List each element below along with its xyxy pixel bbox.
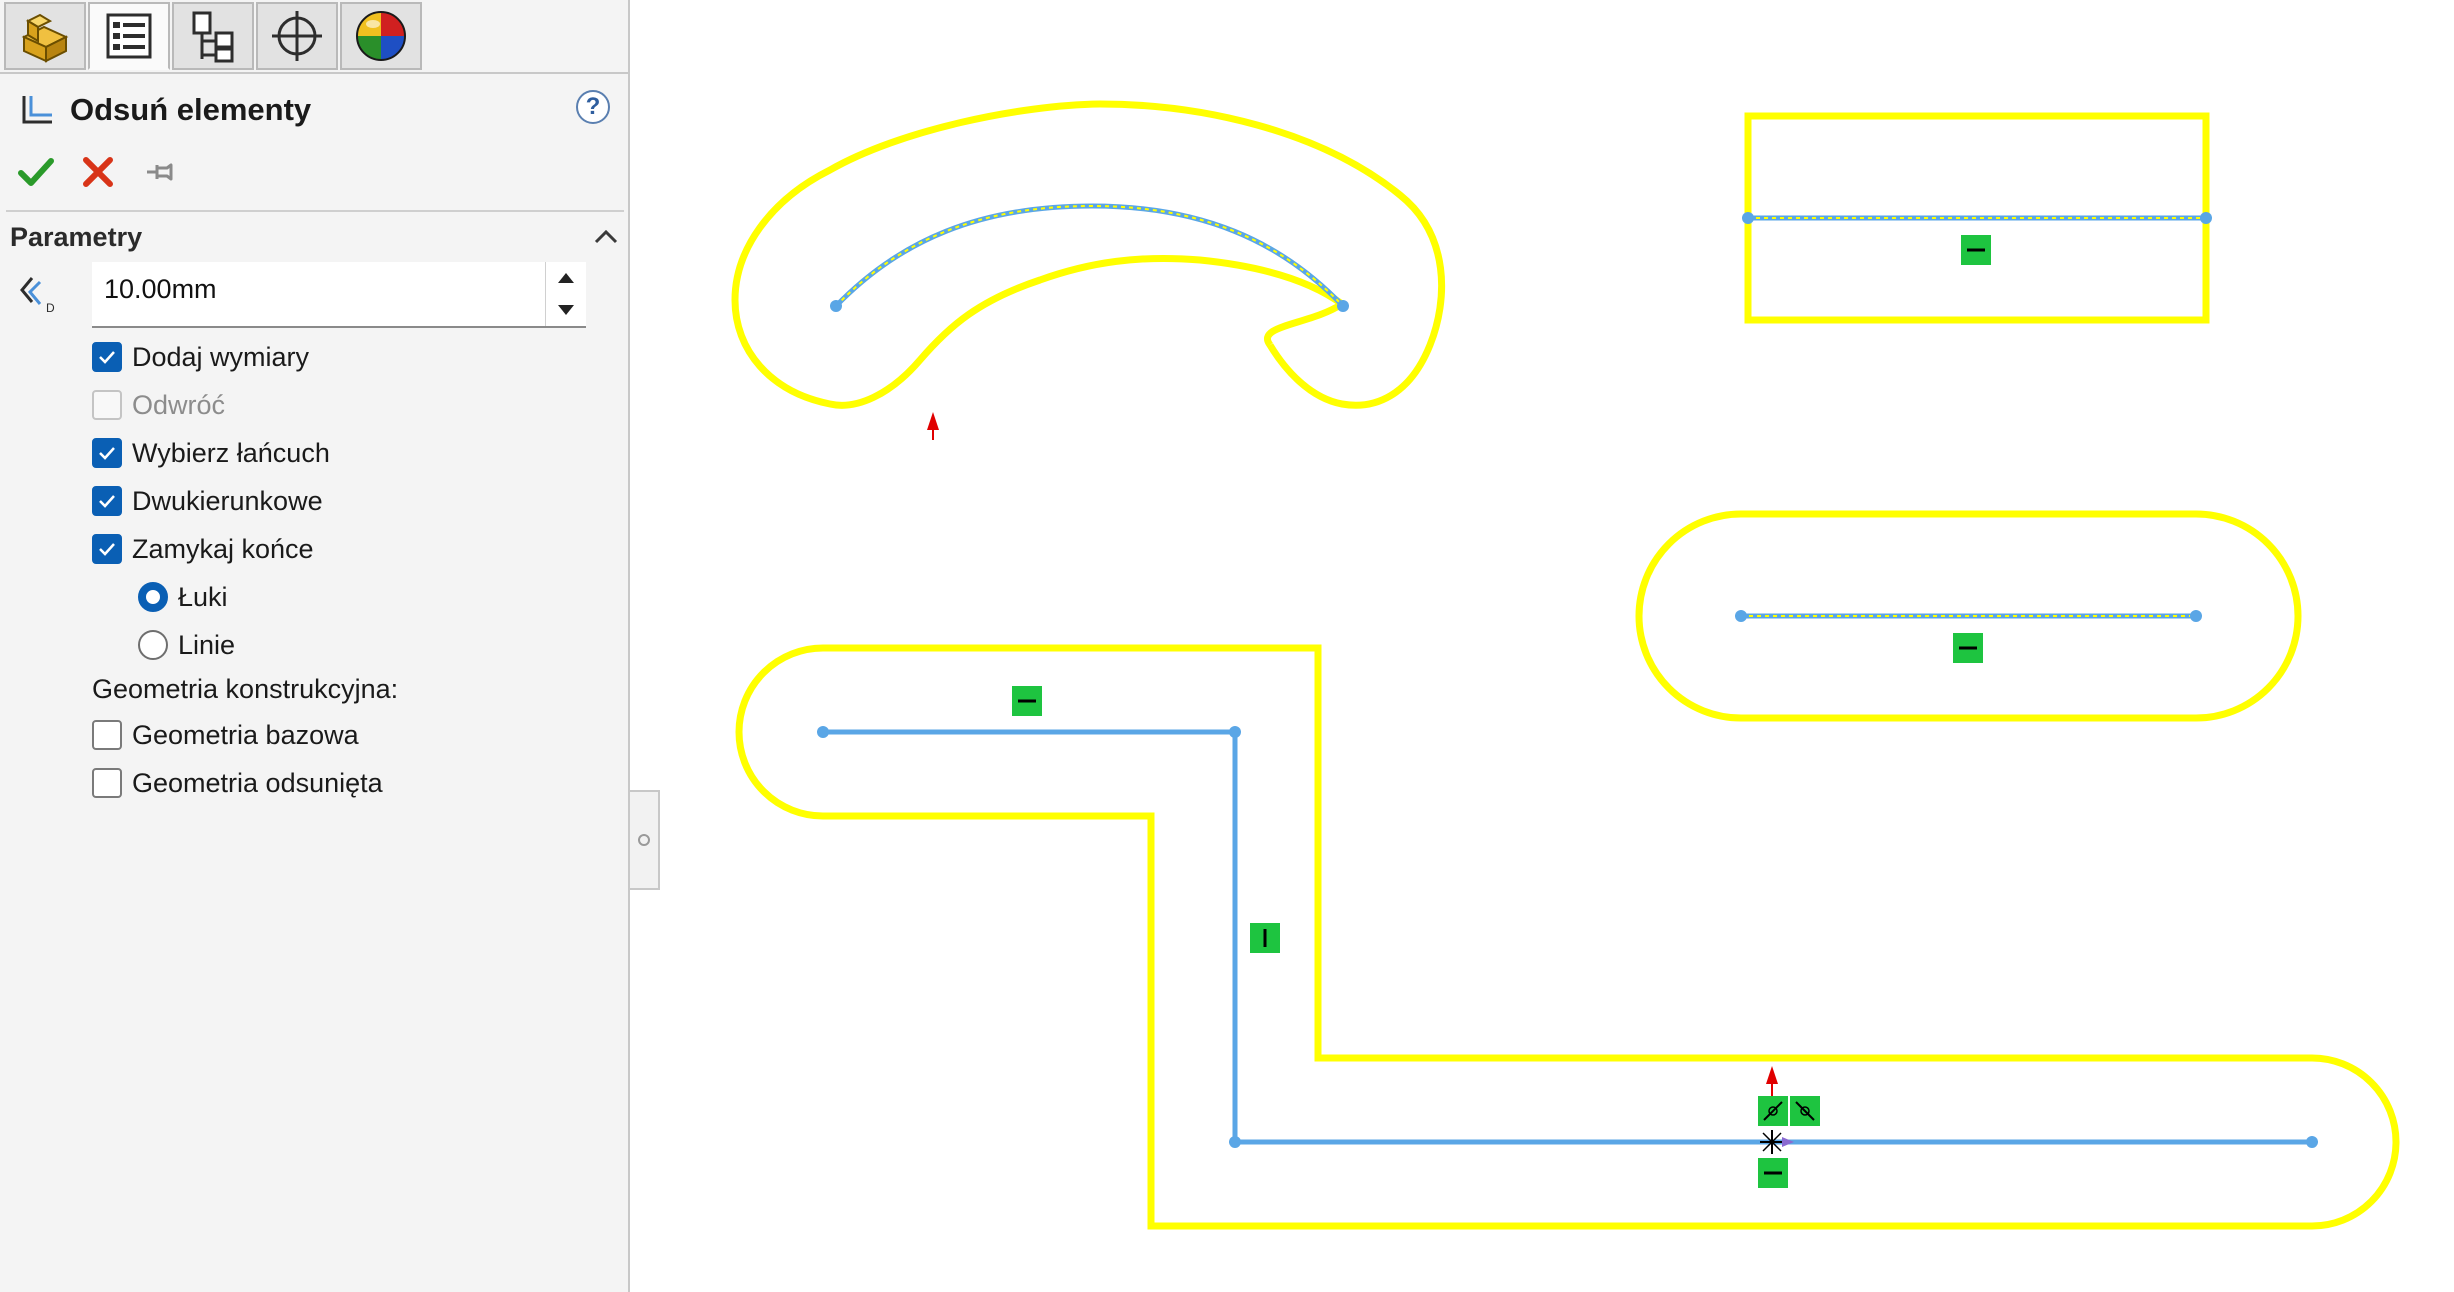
- arc-endpoint-left[interactable]: [830, 300, 842, 312]
- line-endpoint[interactable]: [1742, 212, 1754, 224]
- reverse-label: Odwróć: [132, 389, 226, 420]
- arcs-label: Łuki: [178, 581, 228, 612]
- offset-contour-chain[interactable]: [735, 644, 2400, 1230]
- arcs-radio[interactable]: [138, 582, 168, 612]
- svg-text:D: D: [46, 301, 55, 315]
- arcs-option[interactable]: Łuki: [138, 578, 228, 616]
- horizontal-relation-icon[interactable]: [1953, 633, 1983, 663]
- cancel-button[interactable]: [76, 150, 120, 194]
- horizontal-relation-icon[interactable]: [1758, 1158, 1788, 1188]
- select-chain-option[interactable]: Wybierz łańcuch: [92, 434, 330, 472]
- cap-ends-option[interactable]: Zamykaj końce: [92, 530, 314, 568]
- page-title: Odsuń elementy: [70, 92, 312, 127]
- vertical-relation-icon[interactable]: [1250, 923, 1280, 953]
- chain-endpoint[interactable]: [817, 726, 829, 738]
- selected-chain[interactable]: [823, 729, 2312, 1145]
- lines-label: Linie: [178, 629, 236, 660]
- chevron-up-icon[interactable]: [590, 220, 622, 252]
- property-manager-header: Odsuń elementy ?: [16, 88, 616, 132]
- offset-distance-input[interactable]: 10.00mm: [92, 262, 586, 328]
- line-endpoint[interactable]: [1735, 610, 1747, 622]
- add-dimensions-option[interactable]: Dodaj wymiary: [92, 338, 309, 376]
- construction-geometry-label: Geometria konstrukcyjna:: [92, 674, 399, 704]
- appearance-tab[interactable]: [340, 2, 422, 70]
- lines-radio[interactable]: [138, 630, 168, 660]
- add-dimensions-checkbox[interactable]: [92, 342, 122, 372]
- tab-strip-divider: [0, 72, 628, 74]
- line-rect-offset-group: [1742, 112, 2212, 324]
- coincident-relation-icon[interactable]: [1790, 1096, 1820, 1126]
- add-dimensions-label: Dodaj wymiary: [132, 341, 310, 372]
- line-endpoint[interactable]: [2200, 212, 2212, 224]
- checkmark-icon: [99, 543, 115, 556]
- help-button[interactable]: ?: [576, 90, 610, 124]
- offset-distance-value[interactable]: 10.00mm: [104, 274, 217, 305]
- offset-geometry-label: Geometria odsunięta: [132, 767, 383, 798]
- pushpin-icon: [147, 163, 173, 181]
- spin-up-button[interactable]: [546, 262, 586, 294]
- appearance-sphere-icon: [356, 11, 406, 61]
- offset-contour-arc[interactable]: [731, 100, 1446, 409]
- dimxpert-tab[interactable]: [256, 2, 338, 70]
- arc-endpoint-right[interactable]: [1337, 300, 1349, 312]
- propertymanager-tab[interactable]: [88, 2, 170, 70]
- chain-vertex[interactable]: [1229, 726, 1241, 738]
- coincident-relation-icon[interactable]: [1758, 1096, 1788, 1126]
- configuration-icon: [192, 11, 234, 63]
- offset-distance-icon: D: [20, 277, 55, 315]
- base-geometry-label: Geometria bazowa: [132, 719, 359, 750]
- polyline-chain-offset-group: [735, 644, 2400, 1230]
- checkmark-icon: [99, 495, 115, 508]
- spin-down-button[interactable]: [546, 294, 586, 326]
- part-icon: [21, 13, 69, 63]
- triangle-up-icon: [558, 273, 574, 283]
- lines-option[interactable]: Linie: [138, 626, 235, 664]
- reverse-checkbox: [92, 390, 122, 420]
- bidirectional-option[interactable]: Dwukierunkowe: [92, 482, 323, 520]
- line-endpoint[interactable]: [2190, 610, 2202, 622]
- arc-offset-group: [731, 100, 1446, 440]
- ok-button[interactable]: [14, 150, 58, 194]
- cap-ends-label: Zamykaj końce: [132, 533, 314, 564]
- x-icon: [83, 157, 113, 187]
- select-chain-checkbox[interactable]: [92, 438, 122, 468]
- reverse-option: Odwróć: [92, 386, 225, 424]
- bidirectional-label: Dwukierunkowe: [132, 485, 323, 516]
- property-manager-panel: Odsuń elementy ? Parametry D 10.00mm Dod…: [0, 0, 630, 1292]
- property-list-icon: [106, 13, 152, 59]
- check-icon: [18, 158, 54, 186]
- checkmark-icon: [99, 351, 115, 364]
- base-geometry-option[interactable]: Geometria bazowa: [92, 716, 359, 754]
- horizontal-relation-icon[interactable]: [1012, 686, 1042, 716]
- confirm-actions: [14, 150, 414, 194]
- chain-vertex[interactable]: [1229, 1136, 1241, 1148]
- configurationmanager-tab[interactable]: [172, 2, 254, 70]
- offset-geometry-option[interactable]: Geometria odsunięta: [92, 764, 383, 802]
- group-separator: [6, 210, 624, 212]
- featuremanager-tab[interactable]: [4, 2, 86, 70]
- checkmark-icon: [99, 447, 115, 460]
- select-chain-label: Wybierz łańcuch: [132, 437, 330, 468]
- offset-geometry-checkbox[interactable]: [92, 768, 122, 798]
- pin-button[interactable]: [138, 150, 182, 194]
- distance-spinner: [545, 262, 586, 326]
- horizontal-relation-icon[interactable]: [1961, 235, 1991, 265]
- bidirectional-checkbox[interactable]: [92, 486, 122, 516]
- crosshair-icon: [272, 11, 322, 61]
- line-slot-offset-group: [1635, 510, 2302, 722]
- parameters-group-title: Parametry: [10, 222, 143, 252]
- cap-ends-checkbox[interactable]: [92, 534, 122, 564]
- triangle-down-icon: [558, 305, 574, 315]
- manager-tabs: [4, 2, 424, 72]
- offset-entities-icon: [22, 96, 52, 124]
- base-geometry-checkbox[interactable]: [92, 720, 122, 750]
- origin-icon[interactable]: [1760, 1130, 1794, 1154]
- direction-arrow-icon[interactable]: [927, 412, 939, 440]
- chain-endpoint[interactable]: [2306, 1136, 2318, 1148]
- direction-arrow-icon[interactable]: [1766, 1066, 1778, 1100]
- selected-arc[interactable]: [834, 203, 1345, 308]
- sketch-graphics-area[interactable]: [632, 0, 2454, 1292]
